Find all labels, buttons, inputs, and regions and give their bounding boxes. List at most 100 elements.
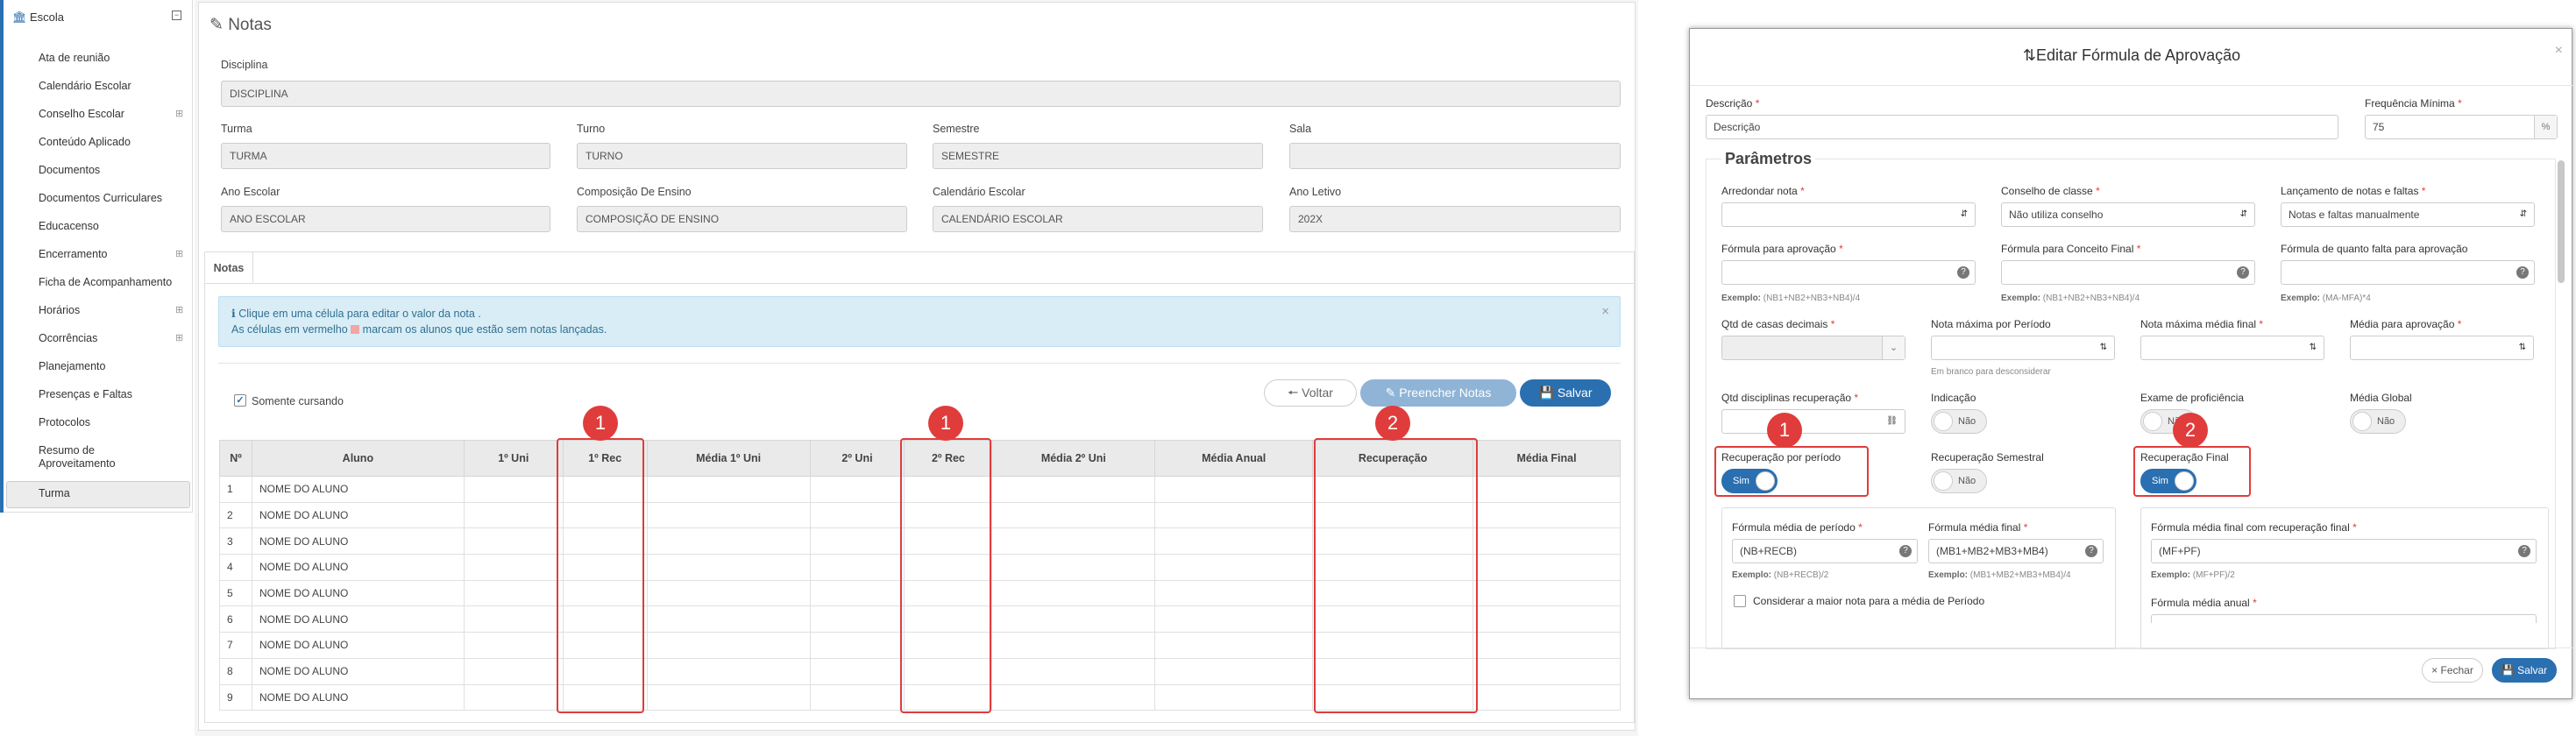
sidebar-item[interactable]: Documentos Curriculares bbox=[39, 192, 162, 205]
sidebar-item[interactable]: Encerramento bbox=[39, 248, 108, 261]
rec-semestral-toggle[interactable]: Não bbox=[1931, 469, 1987, 493]
grade-cell[interactable] bbox=[1154, 683, 1314, 711]
sidebar-item[interactable]: Presenças e Faltas bbox=[39, 388, 132, 401]
help-icon[interactable]: ? bbox=[1899, 545, 1912, 557]
grade-cell[interactable] bbox=[463, 476, 564, 503]
sidebar-item[interactable]: Turma bbox=[39, 487, 70, 500]
grade-cell[interactable] bbox=[1154, 476, 1314, 503]
grade-cell[interactable] bbox=[809, 632, 905, 659]
grade-cell[interactable] bbox=[991, 501, 1156, 529]
sidebar-item[interactable]: Conteúdo Aplicado bbox=[39, 136, 131, 149]
expand-icon[interactable]: ⊞ bbox=[175, 108, 183, 119]
media-aprov-input[interactable]: ⇅ bbox=[2350, 336, 2534, 360]
formula-media-periodo-input[interactable]: (NB+RECB)? bbox=[1732, 539, 1918, 563]
grade-cell[interactable] bbox=[1473, 527, 1621, 556]
grade-cell[interactable] bbox=[1154, 605, 1314, 633]
descricao-input[interactable]: Descrição bbox=[1706, 115, 2338, 139]
close-icon[interactable]: × bbox=[1601, 304, 1609, 320]
grade-cell[interactable] bbox=[1473, 605, 1621, 633]
only-current-checkbox[interactable]: ✓ bbox=[234, 394, 246, 407]
grade-cell[interactable] bbox=[991, 605, 1156, 633]
formula-aprov-input[interactable]: ? bbox=[1721, 260, 1976, 285]
sidebar-item[interactable]: Ficha de Acompanhamento bbox=[39, 276, 172, 289]
grade-cell[interactable] bbox=[809, 476, 905, 503]
sidebar-item[interactable]: Planejamento bbox=[39, 360, 105, 373]
conselho-select[interactable]: Não utiliza conselho ⇵ bbox=[2001, 202, 2255, 227]
grade-cell[interactable] bbox=[991, 554, 1156, 581]
grade-cell[interactable] bbox=[646, 605, 811, 633]
sidebar-item[interactable]: Educacenso bbox=[39, 220, 99, 233]
sidebar-item[interactable]: Horários bbox=[39, 304, 80, 317]
grade-cell[interactable] bbox=[991, 579, 1156, 607]
grade-cell[interactable] bbox=[809, 683, 905, 711]
grade-cell[interactable] bbox=[463, 501, 564, 529]
fechar-button[interactable]: × Fechar bbox=[2422, 658, 2483, 683]
help-icon[interactable]: ? bbox=[2518, 545, 2530, 557]
grade-cell[interactable] bbox=[463, 579, 564, 607]
expand-icon[interactable]: ⊞ bbox=[175, 304, 183, 315]
grade-cell[interactable] bbox=[809, 579, 905, 607]
grade-cell[interactable] bbox=[646, 683, 811, 711]
sidebar-header[interactable]: 🏛 Escola bbox=[12, 11, 64, 25]
grade-cell[interactable] bbox=[646, 632, 811, 659]
grade-cell[interactable] bbox=[463, 527, 564, 556]
nota-max-periodo-input[interactable]: ⇅ bbox=[1931, 336, 2115, 360]
sidebar-item[interactable]: Ocorrências bbox=[39, 332, 97, 345]
arredondar-select[interactable]: ⇵ bbox=[1721, 202, 1976, 227]
sidebar-item[interactable]: Protocolos bbox=[39, 416, 90, 429]
grade-cell[interactable] bbox=[463, 632, 564, 659]
expand-icon[interactable]: ⊞ bbox=[175, 332, 183, 343]
grade-cell[interactable] bbox=[809, 554, 905, 581]
lancamento-select[interactable]: Notas e faltas manualmente ⇵ bbox=[2281, 202, 2535, 227]
formula-falta-input[interactable]: ? bbox=[2281, 260, 2535, 285]
grade-cell[interactable] bbox=[809, 605, 905, 633]
grade-cell[interactable] bbox=[809, 657, 905, 685]
modal-scrollbar[interactable] bbox=[2558, 160, 2565, 283]
grade-cell[interactable] bbox=[1154, 554, 1314, 581]
grade-cell[interactable] bbox=[1473, 579, 1621, 607]
grade-cell[interactable] bbox=[1154, 632, 1314, 659]
formula-final-rec-input[interactable]: (MF+PF)? bbox=[2151, 539, 2537, 563]
considerar-checkbox[interactable] bbox=[1734, 595, 1746, 607]
grade-cell[interactable] bbox=[646, 579, 811, 607]
close-icon[interactable]: × bbox=[2555, 43, 2563, 59]
expand-icon[interactable]: ⊞ bbox=[175, 248, 183, 259]
grade-cell[interactable] bbox=[991, 527, 1156, 556]
grade-cell[interactable] bbox=[463, 683, 564, 711]
grade-cell[interactable] bbox=[809, 527, 905, 556]
grade-cell[interactable] bbox=[463, 605, 564, 633]
sidebar-item[interactable]: Ata de reunião bbox=[39, 52, 110, 65]
grade-cell[interactable] bbox=[991, 657, 1156, 685]
nota-max-final-input[interactable]: ⇅ bbox=[2140, 336, 2324, 360]
formula-anual-input[interactable] bbox=[2151, 614, 2537, 623]
grade-cell[interactable] bbox=[1473, 657, 1621, 685]
salvar-button[interactable]: 💾 Salvar bbox=[1520, 379, 1611, 407]
grade-cell[interactable] bbox=[1154, 579, 1314, 607]
help-icon[interactable]: ? bbox=[2085, 545, 2097, 557]
grade-cell[interactable] bbox=[1473, 501, 1621, 529]
grade-cell[interactable] bbox=[809, 501, 905, 529]
modal-salvar-button[interactable]: 💾 Salvar bbox=[2492, 658, 2557, 683]
sidebar-item[interactable]: Resumo de bbox=[39, 444, 95, 457]
sidebar-item[interactable]: Aproveitamento bbox=[39, 457, 116, 471]
grade-cell[interactable] bbox=[646, 501, 811, 529]
media-global-toggle[interactable]: Não bbox=[2350, 409, 2406, 434]
grade-cell[interactable] bbox=[991, 632, 1156, 659]
formula-conceito-input[interactable]: ? bbox=[2001, 260, 2255, 285]
qtd-disc-rec-input[interactable]: ⛓ bbox=[1721, 409, 1905, 434]
grade-cell[interactable] bbox=[1154, 501, 1314, 529]
sidebar-item[interactable]: Conselho Escolar bbox=[39, 108, 124, 121]
grade-cell[interactable] bbox=[463, 554, 564, 581]
indicacao-toggle[interactable]: Não bbox=[1931, 409, 1987, 434]
grade-cell[interactable] bbox=[1473, 476, 1621, 503]
help-icon[interactable]: ? bbox=[2516, 266, 2529, 279]
sidebar-item[interactable]: Documentos bbox=[39, 164, 100, 177]
help-icon[interactable]: ? bbox=[2237, 266, 2249, 279]
help-icon[interactable]: ? bbox=[1957, 266, 1969, 279]
sidebar-item[interactable]: Calendário Escolar bbox=[39, 80, 131, 93]
grade-cell[interactable] bbox=[646, 657, 811, 685]
grade-cell[interactable] bbox=[991, 476, 1156, 503]
grade-cell[interactable] bbox=[1473, 683, 1621, 711]
grade-cell[interactable] bbox=[991, 683, 1156, 711]
grade-cell[interactable] bbox=[646, 476, 811, 503]
